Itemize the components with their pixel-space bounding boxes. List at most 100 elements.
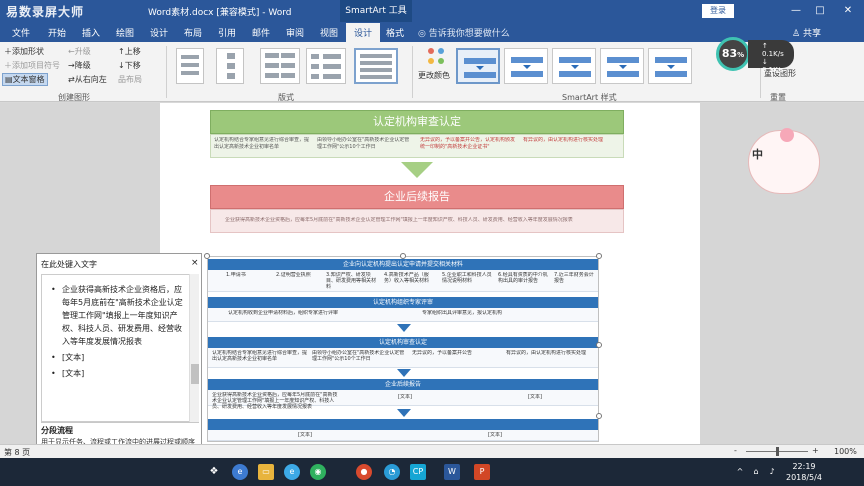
text-pane-button[interactable]: ▤文本窗格 bbox=[2, 73, 48, 86]
recorder-icon[interactable]: ● bbox=[356, 464, 372, 480]
style-option-5[interactable] bbox=[648, 48, 692, 84]
promote-button[interactable]: ←升级 bbox=[68, 46, 91, 57]
move-up-button[interactable]: ↑上移 bbox=[118, 46, 141, 57]
sa-row-3-cell[interactable]: 认定机构结合专家组意见进行综合审查，提出认定高新技术企业初审名单 bbox=[212, 350, 308, 362]
login-button[interactable]: 登录 bbox=[702, 4, 734, 18]
close-button[interactable]: ✕ bbox=[840, 3, 856, 19]
sa-row-5-header[interactable] bbox=[208, 419, 598, 430]
sa-row-4-cell[interactable]: 企业获得高新技术企业资格后，应每年5月底前在"高新技术企业认定管理工作网"填报上… bbox=[212, 392, 342, 410]
style-option-1[interactable] bbox=[456, 48, 500, 84]
restore-button[interactable]: □ bbox=[812, 3, 828, 19]
tab-file[interactable]: 文件 bbox=[12, 26, 30, 39]
sa-row-1-cell[interactable]: 2.证明营业执照 bbox=[276, 272, 320, 278]
sa-row-2[interactable]: 认定机构收到企业申请材料后，组织专家进行评审 专家组织出具评审意见，报认定机构 bbox=[208, 308, 598, 322]
sa-row-5-cell[interactable]: [文本] bbox=[488, 432, 528, 438]
zoom-in-button[interactable]: + bbox=[812, 446, 819, 455]
sa-row-5[interactable]: [文本] [文本] bbox=[208, 430, 598, 441]
tab-references[interactable]: 引用 bbox=[218, 26, 236, 39]
powerpoint-icon[interactable]: P bbox=[474, 464, 490, 480]
sa-row-1-cell[interactable]: 7.近三年财务会计报告 bbox=[554, 272, 596, 284]
sa-row-4-header[interactable]: 企业后续报告 bbox=[208, 379, 598, 390]
add-shape-button[interactable]: ＋添加形状 bbox=[4, 46, 44, 57]
layout-button[interactable]: 品布局 bbox=[118, 74, 142, 85]
share-button[interactable]: ♙ 共享 bbox=[792, 26, 821, 39]
layout-option-4[interactable] bbox=[306, 48, 346, 84]
layout-option-2[interactable] bbox=[216, 48, 244, 84]
layout-option-segmented-process[interactable] bbox=[354, 48, 398, 84]
tab-format[interactable]: 格式 bbox=[386, 26, 404, 39]
sa-row-4-cell[interactable]: [文本] bbox=[528, 394, 568, 400]
layout-option-1[interactable] bbox=[176, 48, 204, 84]
tab-design[interactable]: 设计 bbox=[150, 26, 168, 39]
tab-draw[interactable]: 绘图 bbox=[116, 26, 134, 39]
text-pane-editor[interactable]: 企业获得高新技术企业资格后，应每年5月底前在"高新技术企业认定管理工作网"填报上… bbox=[41, 274, 191, 422]
zoom-level[interactable]: 100% bbox=[834, 447, 857, 456]
network-icon[interactable]: ⌂ bbox=[748, 464, 764, 480]
style-option-4[interactable] bbox=[600, 48, 644, 84]
zoom-out-button[interactable]: - bbox=[734, 446, 737, 455]
windows-start-icon[interactable]: ❖ bbox=[206, 464, 222, 480]
move-down-button[interactable]: ↓下移 bbox=[118, 60, 141, 71]
minimize-button[interactable]: — bbox=[788, 3, 804, 19]
system-clock[interactable]: 22:19 2018/5/4 bbox=[786, 461, 822, 483]
scrollbar-thumb[interactable] bbox=[191, 364, 199, 384]
text-pane-bullet[interactable]: 企业获得高新技术企业资格后，应每年5月底前在"高新技术企业认定管理工作网"填报上… bbox=[48, 283, 186, 348]
layout-option-3[interactable] bbox=[260, 48, 300, 84]
resize-handle[interactable] bbox=[596, 253, 602, 259]
tray-arrow-icon[interactable]: ^ bbox=[732, 464, 748, 480]
sa-row-3[interactable]: 认定机构结合专家组意见进行综合审查，提出认定高新技术企业初审名单 由领导小组办公… bbox=[208, 348, 598, 368]
step-report-details[interactable]: 企业获得高新技术企业资格后，应每年5月底前在"高新技术企业认定管理工作网"填报上… bbox=[210, 209, 624, 233]
cp-app-icon[interactable]: CP bbox=[410, 464, 426, 480]
tab-smartart-design[interactable]: 设计 bbox=[346, 23, 381, 42]
chrome-icon[interactable]: ◉ bbox=[310, 464, 326, 480]
page-indicator[interactable]: 第 8 页 bbox=[4, 447, 30, 458]
step-review-details[interactable]: 认定机构结合专家组意见进行综合审查，提出认定高新技术企业初审名单 由领导小组办公… bbox=[210, 134, 624, 158]
smartart-graphic[interactable]: 企业向认定机构提出认定申请并提交相关材料 1.申请书 2.证明营业执照 3.知识… bbox=[207, 256, 599, 442]
style-option-3[interactable] bbox=[552, 48, 596, 84]
style-option-2[interactable] bbox=[504, 48, 548, 84]
sa-row-2-cell[interactable]: 专家组织出具评审意见，报认定机构 bbox=[422, 310, 592, 316]
text-pane-bullet[interactable]: [文本] bbox=[48, 367, 186, 380]
sa-row-1-cell[interactable]: 6.经具有资质的中介机构出具的审计报告 bbox=[498, 272, 548, 284]
ie-icon[interactable]: e bbox=[284, 464, 300, 480]
tell-me-box[interactable]: ◎ 告诉我你想要做什么 bbox=[418, 26, 510, 39]
right-to-left-button[interactable]: ⇄从右向左 bbox=[68, 74, 107, 85]
tab-review[interactable]: 审阅 bbox=[286, 26, 304, 39]
sa-row-1-header[interactable]: 企业向认定机构提出认定申请并提交相关材料 bbox=[208, 259, 598, 270]
resize-handle[interactable] bbox=[596, 413, 602, 419]
sa-row-2-header[interactable]: 认定机构组织专家评审 bbox=[208, 297, 598, 308]
ime-badge[interactable]: 中 bbox=[752, 146, 768, 162]
sa-row-1-cell[interactable]: 3.知识产权、研发项目、研发费用等相关材料 bbox=[326, 272, 378, 290]
change-colors-button[interactable]: 更改颜色 bbox=[418, 70, 450, 81]
text-pane-scrollbar[interactable] bbox=[189, 274, 199, 422]
smartart-step-report[interactable]: 企业后续报告 bbox=[210, 185, 624, 209]
sa-row-4[interactable]: 企业获得高新技术企业资格后，应每年5月底前在"高新技术企业认定管理工作网"填报上… bbox=[208, 390, 598, 410]
volume-icon[interactable]: ♪ bbox=[764, 464, 780, 480]
resize-handle[interactable] bbox=[204, 253, 210, 259]
network-speed-gauge[interactable]: 83% bbox=[716, 37, 750, 71]
sa-row-1-cell[interactable]: 1.申请书 bbox=[226, 272, 270, 278]
resize-handle[interactable] bbox=[400, 253, 406, 259]
tab-home[interactable]: 开始 bbox=[48, 26, 66, 39]
qq-icon[interactable]: ◔ bbox=[384, 464, 400, 480]
sa-row-1-cell[interactable]: 5.企业职工和科技人员情况说明材料 bbox=[442, 272, 492, 284]
tab-layout[interactable]: 布局 bbox=[184, 26, 202, 39]
word-icon[interactable]: W bbox=[444, 464, 460, 480]
sa-row-5-cell[interactable]: [文本] bbox=[298, 432, 338, 438]
sa-row-3-cell[interactable]: 无异议的，予以备案并公告 bbox=[412, 350, 502, 356]
text-pane-bullet[interactable]: [文本] bbox=[48, 351, 186, 364]
sa-row-3-cell[interactable]: 由领导小组办公室在"高新技术企业认定管理工作网"公示10个工作日 bbox=[312, 350, 408, 362]
resize-handle[interactable] bbox=[596, 342, 602, 348]
tab-insert[interactable]: 插入 bbox=[82, 26, 100, 39]
tab-view[interactable]: 视图 bbox=[320, 26, 338, 39]
demote-button[interactable]: →降级 bbox=[68, 60, 91, 71]
sa-row-3-header[interactable]: 认定机构审查认定 bbox=[208, 337, 598, 348]
smartart-step-review[interactable]: 认定机构审查认定 bbox=[210, 110, 624, 134]
tab-mailings[interactable]: 邮件 bbox=[252, 26, 270, 39]
sa-row-4-cell[interactable]: [文本] bbox=[398, 394, 438, 400]
sa-row-1[interactable]: 1.申请书 2.证明营业执照 3.知识产权、研发项目、研发费用等相关材料 4.高… bbox=[208, 270, 598, 292]
sa-row-1-cell[interactable]: 4.高新技术产品（服务）收入等相关材料 bbox=[384, 272, 436, 284]
close-icon[interactable]: × bbox=[191, 258, 199, 268]
sa-row-3-cell[interactable]: 有异议的，由认定机构进行核实处理 bbox=[506, 350, 596, 356]
zoom-slider-thumb[interactable] bbox=[776, 447, 779, 456]
